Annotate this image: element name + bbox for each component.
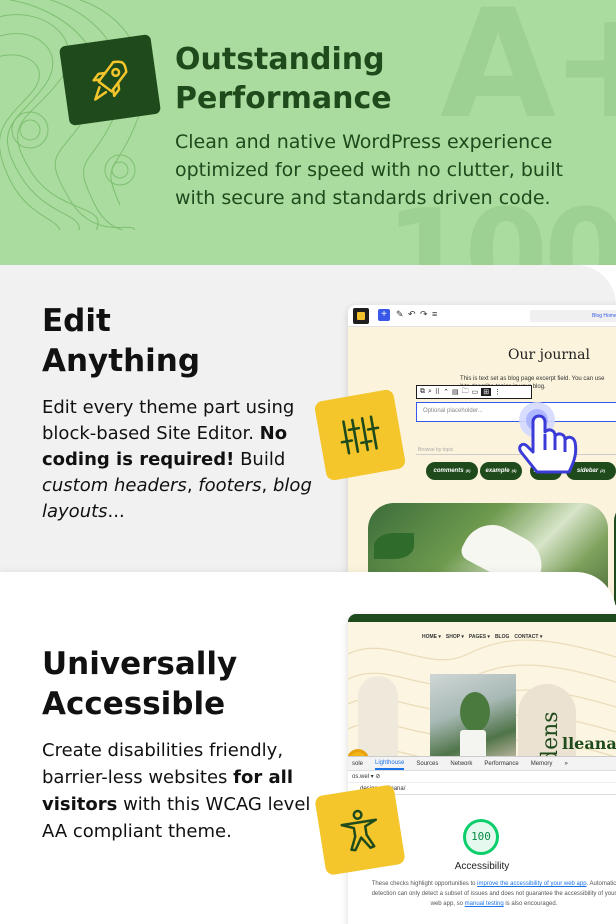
block-type-icon[interactable]: ⧉ (420, 388, 425, 396)
tag-label: comments (433, 468, 464, 474)
sliders-icon (340, 415, 380, 455)
website-screenshot: HOME ▾ SHOP ▾ PAGES ▾ BLOG CONTACT ▾ den… (348, 614, 616, 924)
tab-lighthouse[interactable]: Lighthouse (375, 758, 405, 770)
leaf-shape (374, 533, 414, 559)
search-icon[interactable]: ⌕ (428, 388, 432, 396)
tab-performance[interactable]: Performance (484, 761, 518, 767)
accessible-description: Create disabilities friendly, barrier-le… (42, 737, 312, 845)
undo-icon[interactable]: ↶ (408, 309, 416, 320)
template-selector[interactable]: Blog Home (530, 310, 616, 322)
edit-heading: Edit Anything (42, 303, 201, 379)
background-grade-text: A+ (440, 0, 616, 152)
edit-desc-italic: custom headers (42, 475, 187, 496)
site-nav: HOME ▾ SHOP ▾ PAGES ▾ BLOG CONTACT ▾ (422, 634, 542, 640)
tag-count: (0) (465, 468, 471, 473)
nav-blog[interactable]: BLOG (495, 634, 509, 640)
tab-network[interactable]: Network (450, 761, 472, 767)
grid-icon[interactable]: ⊞ (481, 388, 492, 396)
note-text: These checks highlight opportunities to (371, 881, 478, 887)
edit-desc-text: Edit every theme part using block-based … (42, 397, 295, 444)
report-selector[interactable]: os.wel ▾ ⊘ (348, 771, 616, 783)
plant-shape (460, 692, 490, 732)
block-toolbar: ⧉ ⌕ ⠿ ⌃ ▤ 🗀 ▭ ⊞ ⋮ (416, 385, 532, 399)
edit-desc-text: ... (107, 501, 125, 522)
edit-desc-text: , (186, 475, 199, 496)
performance-heading: Outstanding Performance (175, 42, 392, 116)
site-top-strip (348, 614, 616, 622)
redo-icon[interactable]: ↷ (420, 309, 428, 320)
folder-icon[interactable]: 🗀 (462, 387, 469, 398)
move-up-icon[interactable]: ⌃ (443, 388, 449, 396)
note-text: is also encouraged. (503, 901, 558, 907)
rocket-icon (92, 60, 128, 101)
site-logo[interactable]: lleana (562, 734, 616, 753)
drag-handle-icon[interactable]: ⠿ (435, 388, 440, 396)
edit-description: Edit every theme part using block-based … (42, 395, 312, 525)
list-view-icon[interactable]: ≡ (432, 309, 437, 319)
wordpress-logo-icon[interactable] (353, 308, 369, 324)
tag-label: example (485, 468, 510, 474)
accessible-heading: Universally Accessible (42, 646, 238, 722)
accessibility-note: These checks highlight opportunities to … (370, 879, 616, 909)
improve-accessibility-link[interactable]: improve the accessibility of your web ap… (477, 881, 586, 887)
tab-memory[interactable]: Memory (531, 761, 553, 767)
pencil-icon[interactable]: ✎ (396, 309, 404, 320)
nav-pages[interactable]: PAGES ▾ (469, 634, 490, 640)
edit-section: Edit Anything Edit every theme part usin… (0, 265, 616, 605)
editor-top-bar: + ✎ ↶ ↷ ≡ Blog Home (348, 305, 616, 327)
rocket-icon-tile (58, 33, 162, 127)
hero-photo (430, 674, 516, 766)
more-tabs-icon[interactable]: » (564, 761, 567, 767)
edit-desc-text: , (261, 475, 273, 496)
sliders-icon-tile (313, 388, 407, 482)
tag-count: (2) (600, 468, 606, 473)
tag-comments[interactable]: comments (0) (426, 462, 478, 480)
align-icon[interactable]: ▤ (452, 388, 459, 396)
nav-contact[interactable]: CONTACT ▾ (514, 634, 542, 640)
button-icon[interactable]: ▭ (472, 388, 479, 396)
nav-shop[interactable]: SHOP ▾ (446, 634, 464, 640)
manual-testing-link[interactable]: manual testing (465, 901, 504, 907)
more-options-icon[interactable]: ⋮ (494, 388, 501, 396)
edit-desc-italic: footers (198, 475, 262, 496)
performance-section: A+ 100 Outstanding Performance Clean and… (0, 0, 616, 265)
accessible-section: Universally Accessible Create disabiliti… (0, 572, 616, 924)
accessibility-score-gauge: 100 (463, 819, 499, 855)
devtools-tabs: sole Lighthouse Sources Network Performa… (348, 757, 616, 771)
pointer-hand-icon (518, 402, 578, 474)
add-block-button[interactable]: + (378, 309, 390, 321)
accessibility-icon (340, 809, 378, 852)
nav-home[interactable]: HOME ▾ (422, 634, 441, 640)
tab-console[interactable]: sole (352, 761, 363, 767)
tab-sources[interactable]: Sources (416, 761, 438, 767)
accessibility-icon-tile (314, 784, 406, 876)
performance-description: Clean and native WordPress experience op… (175, 131, 563, 209)
arch-image (358, 676, 398, 756)
journal-title: Our journal (508, 347, 590, 363)
edit-desc-text: Build (234, 449, 286, 470)
